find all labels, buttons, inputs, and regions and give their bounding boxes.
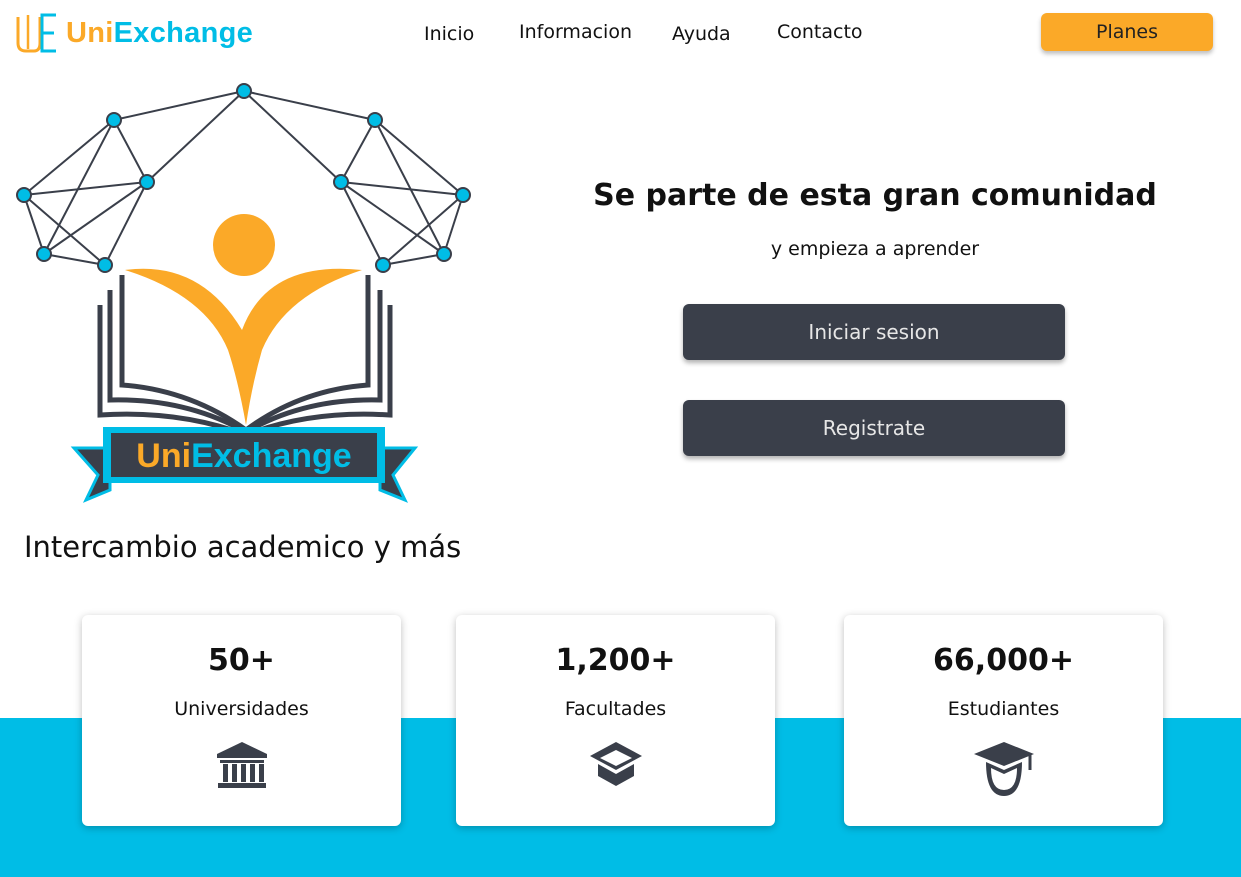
brand-logo[interactable]: UniExchange [14, 10, 254, 56]
stat-value: 1,200+ [555, 643, 676, 678]
nav-inicio[interactable]: Inicio [424, 23, 474, 45]
hero-title: Se parte de esta gran comunidad [593, 178, 1157, 213]
nav-informacion[interactable]: Informacion [519, 21, 632, 43]
person-head [213, 214, 275, 276]
brand-name-part1: Uni [66, 16, 114, 49]
brand-name: UniExchange [66, 17, 253, 50]
hero-subtitle: y empieza a aprender [770, 238, 980, 260]
hero-illustration: UniExchange [16, 83, 471, 503]
nav-ayuda[interactable]: Ayuda [672, 23, 731, 45]
university-icon [216, 742, 267, 788]
stat-card-faculties: 1,200+ Facultades [456, 615, 775, 826]
login-button[interactable]: Iniciar sesion [683, 304, 1065, 360]
graduation-cap-icon [589, 742, 642, 786]
stat-card-students: 66,000+ Estudiantes [844, 615, 1163, 826]
nav-contacto[interactable]: Contacto [777, 21, 863, 43]
stat-value: 66,000+ [933, 643, 1074, 678]
register-button[interactable]: Registrate [683, 400, 1065, 456]
logo-mark-icon [16, 13, 56, 53]
stat-label: Universidades [174, 698, 309, 720]
stat-label: Facultades [564, 698, 667, 720]
stat-label: Estudiantes [947, 698, 1060, 720]
hero-tagline: Intercambio academico y más [24, 530, 462, 564]
stat-card-universities: 50+ Universidades [82, 615, 401, 826]
stat-value: 50+ [208, 643, 275, 678]
planes-button[interactable]: Planes [1041, 13, 1213, 51]
brand-name-part2: Exchange [113, 16, 254, 49]
ribbon-brand-text: UniExchange [136, 437, 351, 475]
student-icon [973, 742, 1034, 796]
